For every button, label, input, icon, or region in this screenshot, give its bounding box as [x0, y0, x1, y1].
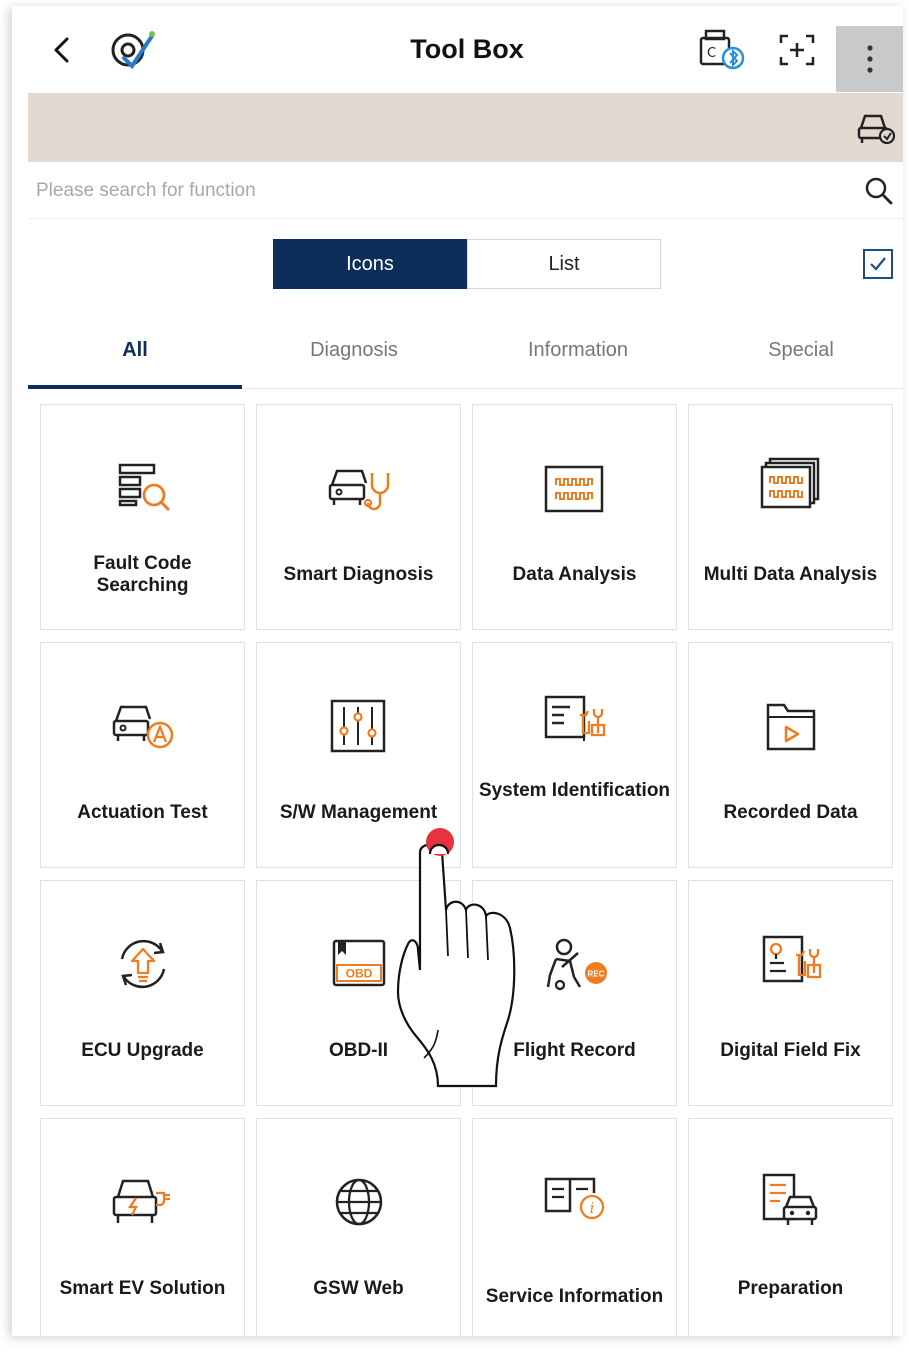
tab-special[interactable]: Special	[694, 311, 903, 389]
gdsm-logo-button[interactable]	[104, 20, 164, 80]
tab-information[interactable]: Information	[471, 311, 685, 389]
tool-label: Data Analysis	[512, 564, 637, 585]
actuation-test-icon	[112, 705, 173, 749]
tool-label: Flight Record	[513, 1040, 636, 1061]
app-window: Tool Box C Please search for function Ic…	[12, 6, 903, 1336]
view-mode-toggle: Icons List	[28, 219, 903, 311]
tool-tile-sw-management[interactable]: S/W Management	[256, 642, 461, 868]
tool-tile-multi-data-analysis[interactable]: Multi Data Analysis	[688, 404, 893, 630]
search-input[interactable]	[36, 173, 816, 209]
search-bar	[28, 163, 903, 219]
category-tabs: All Diagnosis Information Special	[28, 311, 903, 389]
view-icons-button[interactable]: Icons	[273, 239, 467, 289]
tool-label: Smart EV Solution	[59, 1278, 226, 1299]
tool-tile-flight-record[interactable]: REC Flight Record	[472, 880, 677, 1106]
tool-tile-gsw-web[interactable]: GSW Web	[256, 1118, 461, 1336]
data-analysis-icon	[544, 465, 603, 513]
fault-code-search-icon	[118, 463, 169, 511]
ecu-upgrade-icon	[120, 939, 165, 989]
tool-tile-data-analysis[interactable]: Data Analysis	[472, 404, 677, 630]
screen-capture-button[interactable]	[767, 20, 827, 80]
tool-label: Service Information	[485, 1286, 664, 1307]
sw-management-icon	[330, 699, 385, 753]
favorites-checkbox[interactable]	[863, 249, 893, 279]
tool-label: ECU Upgrade	[81, 1040, 204, 1061]
svg-text:REC: REC	[587, 970, 604, 979]
gsw-web-icon	[335, 1178, 382, 1226]
smart-diagnosis-icon	[328, 469, 389, 511]
svg-text:i: i	[589, 1199, 594, 1217]
tool-tile-fault-code-searching[interactable]: Fault Code Searching	[40, 404, 245, 630]
page-title: Tool Box	[410, 34, 524, 64]
tab-all[interactable]: All	[28, 311, 242, 389]
vehicle-select-icon	[857, 114, 896, 145]
tool-tile-service-information[interactable]: i Service Information	[472, 1118, 677, 1336]
tool-tile-preparation[interactable]: Preparation	[688, 1118, 893, 1336]
tool-tile-smart-ev-solution[interactable]: Smart EV Solution	[40, 1118, 245, 1336]
more-vertical-icon	[866, 45, 873, 73]
gdsm-logo-icon	[111, 31, 155, 70]
vci-bluetooth-icon: C	[699, 29, 745, 70]
screen-capture-icon	[779, 34, 815, 66]
flight-record-icon: REC	[546, 938, 607, 991]
checkmark-icon	[870, 257, 886, 271]
tool-label: System Identification	[478, 780, 671, 801]
tool-label: S/W Management	[279, 802, 438, 823]
svg-text:C: C	[707, 46, 716, 61]
preparation-icon	[762, 1173, 817, 1225]
tool-label: GSW Web	[313, 1278, 404, 1299]
tool-label: OBD-II	[328, 1040, 389, 1061]
back-arrow-icon	[54, 37, 69, 63]
vehicle-select-button[interactable]	[855, 107, 897, 149]
tool-label: Preparation	[737, 1278, 844, 1299]
view-list-button[interactable]: List	[467, 239, 661, 289]
svg-text:OBD: OBD	[345, 967, 372, 981]
tool-label: Actuation Test	[77, 802, 208, 823]
tool-tile-digital-field-fix[interactable]: Digital Field Fix	[688, 880, 893, 1106]
tool-tile-system-identification[interactable]: System Identification	[472, 642, 677, 868]
tool-label: Recorded Data	[723, 802, 858, 823]
more-options-button[interactable]	[836, 26, 903, 92]
tool-label: Multi Data Analysis	[703, 564, 878, 585]
tool-label: Fault Code Searching	[93, 553, 192, 596]
tool-label: Digital Field Fix	[720, 1040, 861, 1061]
service-information-icon: i	[544, 1177, 604, 1220]
multi-data-analysis-icon	[760, 457, 819, 509]
search-icon[interactable]	[863, 175, 895, 207]
vci-connection-button[interactable]: C	[692, 20, 752, 80]
tool-tile-ecu-upgrade[interactable]: ECU Upgrade	[40, 880, 245, 1106]
tool-tile-smart-diagnosis[interactable]: Smart Diagnosis	[256, 404, 461, 630]
digital-field-fix-icon	[762, 935, 821, 983]
recorded-data-icon	[766, 703, 815, 751]
tool-tile-obd-ii[interactable]: OBD OBD-II	[256, 880, 461, 1106]
smart-ev-solution-icon	[112, 1179, 170, 1223]
obd-ii-icon: OBD	[332, 939, 385, 987]
vehicle-info-bar	[28, 93, 903, 162]
system-identification-icon	[544, 695, 605, 741]
tool-grid: Fault Code Searching Smart Diagnosis Dat…	[40, 404, 893, 1336]
tool-tile-recorded-data[interactable]: Recorded Data	[688, 642, 893, 868]
top-app-bar: Tool Box C	[12, 6, 903, 93]
tool-label: Smart Diagnosis	[283, 564, 434, 585]
tab-diagnosis[interactable]: Diagnosis	[247, 311, 461, 389]
back-button[interactable]	[32, 20, 92, 80]
tool-tile-actuation-test[interactable]: Actuation Test	[40, 642, 245, 868]
